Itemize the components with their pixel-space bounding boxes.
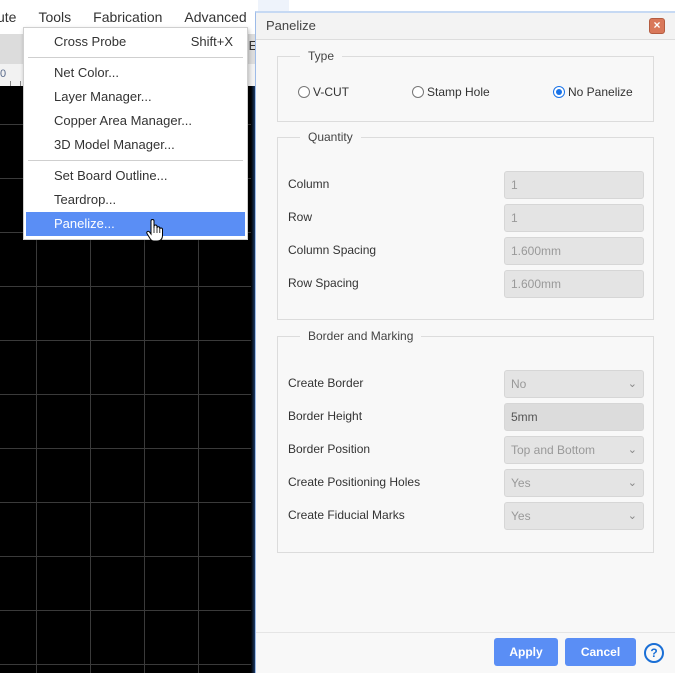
grid-line xyxy=(0,664,255,665)
grid-line xyxy=(0,502,255,503)
chevron-down-icon: ⌄ xyxy=(627,444,637,456)
menu-item-label: Set Board Outline... xyxy=(54,168,168,183)
menu-separator xyxy=(28,57,243,58)
fiducial-marks-row: Create Fiducial Marks Yes ⌄ xyxy=(288,502,644,530)
menu-item-panelize[interactable]: Panelize... xyxy=(26,212,245,236)
menu-separator xyxy=(28,160,243,161)
select-value: No xyxy=(511,377,527,391)
border-height-row: Border Height 5mm xyxy=(288,403,644,431)
menu-item-layer-manager[interactable]: Layer Manager... xyxy=(26,85,245,109)
menu-item-cross-probe[interactable]: Cross Probe Shift+X xyxy=(26,30,245,54)
positioning-holes-row: Create Positioning Holes Yes ⌄ xyxy=(288,469,644,497)
radio-stamp-hole[interactable]: Stamp Hole xyxy=(412,85,490,99)
select-value: Top and Bottom xyxy=(511,443,596,457)
menu-item-label: Cross Probe xyxy=(54,34,127,49)
grid-line xyxy=(0,286,255,287)
menu-item-label: Teardrop... xyxy=(54,192,117,207)
type-group: Type V-CUT Stamp Hole No Panelize xyxy=(277,49,654,122)
positioning-holes-label: Create Positioning Holes xyxy=(288,475,421,489)
radio-button[interactable] xyxy=(412,86,424,98)
row-label: Row xyxy=(288,210,313,224)
border-position-select[interactable]: Top and Bottom ⌄ xyxy=(504,436,644,464)
column-spacing-label: Column Spacing xyxy=(288,243,377,257)
create-border-label: Create Border xyxy=(288,376,364,390)
menu-item-label: Copper Area Manager... xyxy=(54,113,193,128)
chevron-down-icon: ⌄ xyxy=(627,510,637,522)
row-spacing-row: Row Spacing 1.600mm xyxy=(288,270,644,298)
menu-item-label: 3D Model Manager... xyxy=(54,137,175,152)
ruler-label: 0 xyxy=(0,68,7,80)
radio-label: V-CUT xyxy=(313,85,349,99)
border-position-row: Border Position Top and Bottom ⌄ xyxy=(288,436,644,464)
menu-item-label: Layer Manager... xyxy=(54,89,152,104)
create-border-row: Create Border No ⌄ xyxy=(288,370,644,398)
quantity-group: Quantity Column 1 Row 1 Column Spacing 1… xyxy=(277,130,654,320)
row-spacing-label: Row Spacing xyxy=(288,276,359,290)
chevron-down-icon: ⌄ xyxy=(627,477,637,489)
fiducial-marks-select[interactable]: Yes ⌄ xyxy=(504,502,644,530)
positioning-holes-select[interactable]: Yes ⌄ xyxy=(504,469,644,497)
radio-v-cut[interactable]: V-CUT xyxy=(298,85,349,99)
chevron-down-icon: ⌄ xyxy=(627,378,637,390)
help-icon[interactable]: ? xyxy=(644,643,664,663)
menu-item-shortcut: Shift+X xyxy=(190,34,233,49)
radio-no-panelize[interactable]: No Panelize xyxy=(553,85,633,99)
select-value: Yes xyxy=(511,476,531,490)
grid-line xyxy=(0,556,255,557)
grid-line xyxy=(0,394,255,395)
column-spacing-input[interactable]: 1.600mm xyxy=(504,237,644,265)
radio-label: Stamp Hole xyxy=(427,85,490,99)
create-border-select[interactable]: No ⌄ xyxy=(504,370,644,398)
dialog-titlebar[interactable]: Panelize × xyxy=(256,13,675,40)
fiducial-marks-label: Create Fiducial Marks xyxy=(288,508,405,522)
dialog-title: Panelize xyxy=(266,18,316,33)
border-height-input[interactable]: 5mm xyxy=(504,403,644,431)
grid-line xyxy=(0,610,255,611)
type-radio-row: V-CUT Stamp Hole No Panelize xyxy=(278,85,653,105)
type-legend: Type xyxy=(308,49,335,63)
menu-item-set-board-outline[interactable]: Set Board Outline... xyxy=(26,164,245,188)
border-height-label: Border Height xyxy=(288,409,363,423)
border-marking-group: Border and Marking Create Border No ⌄ Bo… xyxy=(277,329,654,553)
select-value: Yes xyxy=(511,509,531,523)
apply-button[interactable]: Apply xyxy=(494,638,558,666)
panelize-dialog: Panelize × Type V-CUT Stamp Hole No Pane… xyxy=(255,11,675,673)
close-icon[interactable]: × xyxy=(649,18,665,34)
column-spacing-row: Column Spacing 1.600mm xyxy=(288,237,644,265)
radio-label: No Panelize xyxy=(568,85,633,99)
dialog-footer: Apply Cancel ? xyxy=(256,632,675,676)
radio-button-checked[interactable] xyxy=(553,86,565,98)
menu-item-copper-area-manager[interactable]: Copper Area Manager... xyxy=(26,109,245,133)
quantity-legend: Quantity xyxy=(308,130,353,144)
grid-line xyxy=(0,340,255,341)
menu-item-net-color[interactable]: Net Color... xyxy=(26,61,245,85)
menu-item-teardrop[interactable]: Teardrop... xyxy=(26,188,245,212)
tools-menu: Cross Probe Shift+X Net Color... Layer M… xyxy=(23,27,248,240)
cancel-button[interactable]: Cancel xyxy=(565,638,636,666)
menu-item-label: Net Color... xyxy=(54,65,120,80)
column-input[interactable]: 1 xyxy=(504,171,644,199)
grid-line xyxy=(0,448,255,449)
border-position-label: Border Position xyxy=(288,442,371,456)
column-row: Column 1 xyxy=(288,171,644,199)
row-spacing-input[interactable]: 1.600mm xyxy=(504,270,644,298)
row-input[interactable]: 1 xyxy=(504,204,644,232)
column-label: Column xyxy=(288,177,330,191)
menu-item-label: Panelize... xyxy=(54,216,115,231)
menu-item-3d-model-manager[interactable]: 3D Model Manager... xyxy=(26,133,245,157)
border-legend: Border and Marking xyxy=(308,329,414,343)
hand-cursor-icon xyxy=(146,219,163,242)
row-row: Row 1 xyxy=(288,204,644,232)
radio-button[interactable] xyxy=(298,86,310,98)
